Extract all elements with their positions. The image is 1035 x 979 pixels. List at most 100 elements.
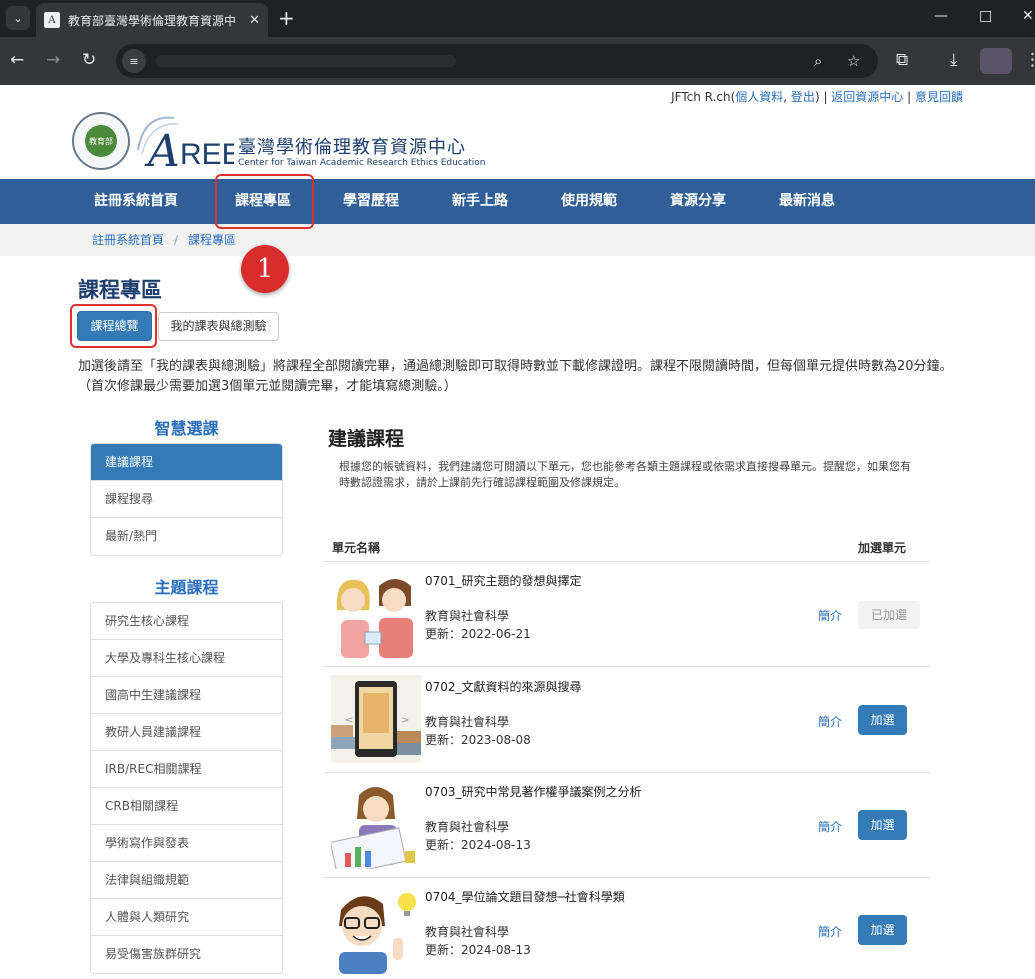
recommended-courses-description: 根據您的帳號資料，我們建議您可閱讀以下單元，您也能參考各類主題課程或依需求直接搜… bbox=[339, 460, 911, 489]
browser-tab-bar: ⌄ A 教育部臺灣學術倫理教育資源中 ✕ + — □ ✕ bbox=[0, 0, 1035, 37]
aree-logo: A REE bbox=[137, 116, 234, 172]
separator: | bbox=[819, 90, 832, 104]
sidebar-item-theme[interactable]: CRB相關課程 bbox=[91, 788, 282, 825]
page-title: 課程專區 bbox=[78, 278, 162, 302]
site-subtitle: Center for Taiwan Academic Research Ethi… bbox=[238, 158, 486, 168]
course-category: 教育與社會科學 bbox=[425, 715, 510, 729]
breadcrumb-home-link[interactable]: 註冊系統首頁 bbox=[92, 224, 164, 256]
blurred-url bbox=[156, 55, 456, 67]
course-title[interactable]: 0702_文獻資料的來源與搜尋 bbox=[425, 678, 582, 695]
window-close-icon[interactable]: ✕ bbox=[1022, 8, 1034, 24]
nav-item-latest-news[interactable]: 最新消息 bbox=[779, 179, 835, 224]
ministry-of-education-seal-logo: 教育部 bbox=[72, 112, 130, 170]
sidebar-item-theme[interactable]: 教研人員建議課程 bbox=[91, 714, 282, 751]
nav-item-resource-sharing[interactable]: 資源分享 bbox=[670, 179, 726, 224]
zoom-magnifier-icon[interactable]: ⌕ bbox=[814, 52, 822, 70]
nav-item-getting-started[interactable]: 新手上路 bbox=[452, 179, 508, 224]
course-title[interactable]: 0704_學位論文題目發想─社會科學類 bbox=[425, 888, 625, 905]
sidebar-item-theme[interactable]: 國高中生建議課程 bbox=[91, 677, 282, 714]
row-divider bbox=[324, 666, 930, 667]
highlight-box-course-overview bbox=[70, 304, 157, 348]
course-title[interactable]: 0701_研究主題的發想與擇定 bbox=[425, 572, 582, 589]
course-updated-date: 更新：2024-08-13 bbox=[425, 838, 531, 852]
address-bar[interactable]: ≡ ⌕ ☆ bbox=[116, 44, 878, 78]
aree-logo-ree: REE bbox=[180, 138, 234, 171]
sidebar-item-theme[interactable]: 大學及專科生核心課程 bbox=[91, 640, 282, 677]
user-bar: JFTch R.ch(個人資料, 登出) | 返回資源中心 | 意見回饋 bbox=[671, 88, 963, 105]
add-course-button[interactable]: 加選 bbox=[858, 915, 907, 945]
more-menu-icon[interactable]: ⋮ bbox=[1024, 50, 1035, 70]
step-number-badge: 1 bbox=[241, 245, 289, 293]
course-updated-date: 更新：2022-06-21 bbox=[425, 627, 531, 641]
course-intro-link[interactable]: 簡介 bbox=[818, 818, 842, 835]
tab-search-chevron-icon[interactable]: ⌄ bbox=[6, 6, 30, 30]
return-resource-center-link[interactable]: 返回資源中心 bbox=[831, 90, 903, 104]
seal-text: 教育部 bbox=[85, 125, 117, 157]
course-category: 教育與社會科學 bbox=[425, 820, 510, 834]
row-divider bbox=[324, 877, 930, 878]
sidebar-item-theme[interactable]: 人體與人類研究 bbox=[91, 899, 282, 936]
nav-item-usage-rules[interactable]: 使用規範 bbox=[561, 179, 617, 224]
logout-link[interactable]: 登出 bbox=[791, 90, 815, 104]
row-divider bbox=[324, 772, 930, 773]
svg-text:>: > bbox=[401, 715, 409, 726]
course-thumbnail-tablet-books-illustration[interactable]: < > bbox=[331, 675, 421, 763]
column-header-add-unit: 加選單元 bbox=[858, 541, 907, 555]
maximize-icon[interactable]: □ bbox=[979, 8, 992, 24]
sidebar-item-recommended[interactable]: 建議課程 bbox=[91, 444, 282, 481]
course-intro-link[interactable]: 簡介 bbox=[818, 923, 842, 940]
separator: | bbox=[903, 90, 915, 104]
profile-avatar[interactable] bbox=[980, 48, 1012, 74]
sidebar-item-latest-popular[interactable]: 最新/熱門 bbox=[91, 518, 282, 555]
theme-courses-list: 研究生核心課程 大學及專科生核心課程 國高中生建議課程 教研人員建議課程 IRB… bbox=[90, 602, 283, 974]
theme-courses-heading: 主題課程 bbox=[154, 578, 219, 597]
profile-link[interactable]: 個人資料 bbox=[735, 90, 783, 104]
smart-selection-list: 建議課程 課程搜尋 最新/熱門 bbox=[90, 443, 283, 556]
breadcrumb: 註冊系統首頁 / 課程專區 bbox=[0, 224, 1035, 256]
my-courses-and-test-button[interactable]: 我的課表與總測驗 bbox=[158, 312, 279, 341]
course-intro-link[interactable]: 簡介 bbox=[818, 713, 842, 730]
course-updated-date: 更新：2024-08-13 bbox=[425, 943, 531, 957]
sidebar-item-theme[interactable]: 研究生核心課程 bbox=[91, 603, 282, 640]
intro-text: 加選後請至「我的課表與總測驗」將課程全部閱讀完畢，通過總測驗即可取得時數並下載修… bbox=[78, 359, 953, 394]
add-course-button[interactable]: 加選 bbox=[858, 705, 907, 735]
main-nav: 註冊系統首頁 課程專區 學習歷程 新手上路 使用規範 資源分享 最新消息 bbox=[0, 179, 1035, 224]
course-thumbnail-two-women-illustration[interactable] bbox=[331, 570, 421, 658]
course-thumbnail-woman-chart-illustration[interactable] bbox=[331, 781, 421, 869]
back-arrow-icon[interactable]: ← bbox=[10, 50, 24, 70]
tab-close-icon[interactable]: ✕ bbox=[249, 13, 260, 28]
sidebar-item-theme[interactable]: 易受傷害族群研究 bbox=[91, 936, 282, 973]
sidebar-item-theme[interactable]: IRB/REC相關課程 bbox=[91, 751, 282, 788]
course-updated-date: 更新：2023-08-08 bbox=[425, 733, 531, 747]
table-header-divider bbox=[324, 561, 930, 562]
add-course-button[interactable]: 加選 bbox=[858, 810, 907, 840]
sidebar-item-theme[interactable]: 學術寫作與發表 bbox=[91, 825, 282, 862]
new-tab-plus-icon[interactable]: + bbox=[278, 6, 295, 30]
column-header-unit-name: 單元名稱 bbox=[332, 541, 381, 555]
forward-arrow-icon[interactable]: → bbox=[46, 50, 60, 70]
nav-item-register-home[interactable]: 註冊系統首頁 bbox=[94, 179, 178, 224]
download-icon[interactable]: ⤓ bbox=[950, 50, 958, 70]
recommended-courses-heading: 建議課程 bbox=[328, 428, 405, 450]
user-name: JFTch R.ch( bbox=[671, 90, 736, 104]
bookmark-star-icon[interactable]: ☆ bbox=[847, 52, 860, 70]
feedback-link[interactable]: 意見回饋 bbox=[915, 90, 963, 104]
minimize-icon[interactable]: — bbox=[934, 8, 948, 24]
aree-logo-a: A bbox=[144, 126, 180, 172]
course-intro-link[interactable]: 簡介 bbox=[818, 607, 842, 624]
course-title[interactable]: 0703_研究中常見著作權爭議案例之分析 bbox=[425, 783, 642, 800]
sidebar-item-course-search[interactable]: 課程搜尋 bbox=[91, 481, 282, 518]
highlight-box-nav-course-zone bbox=[215, 174, 314, 229]
site-favicon-icon: A bbox=[44, 12, 60, 28]
course-thumbnail-man-lightbulb-illustration[interactable] bbox=[331, 886, 421, 974]
comma: , bbox=[783, 90, 791, 104]
breadcrumb-separator: / bbox=[174, 233, 179, 247]
reload-icon[interactable]: ↻ bbox=[82, 50, 96, 70]
site-info-tune-icon[interactable]: ≡ bbox=[122, 49, 146, 73]
site-title: 臺灣學術倫理教育資源中心 bbox=[238, 137, 466, 158]
tab-title: 教育部臺灣學術倫理教育資源中 bbox=[68, 13, 237, 28]
nav-item-learning-history[interactable]: 學習歷程 bbox=[343, 179, 399, 224]
browser-tab-active[interactable]: A 教育部臺灣學術倫理教育資源中 ✕ bbox=[36, 3, 268, 37]
extensions-puzzle-icon[interactable]: ⧉ bbox=[896, 50, 908, 70]
sidebar-item-theme[interactable]: 法律與組織規範 bbox=[91, 862, 282, 899]
